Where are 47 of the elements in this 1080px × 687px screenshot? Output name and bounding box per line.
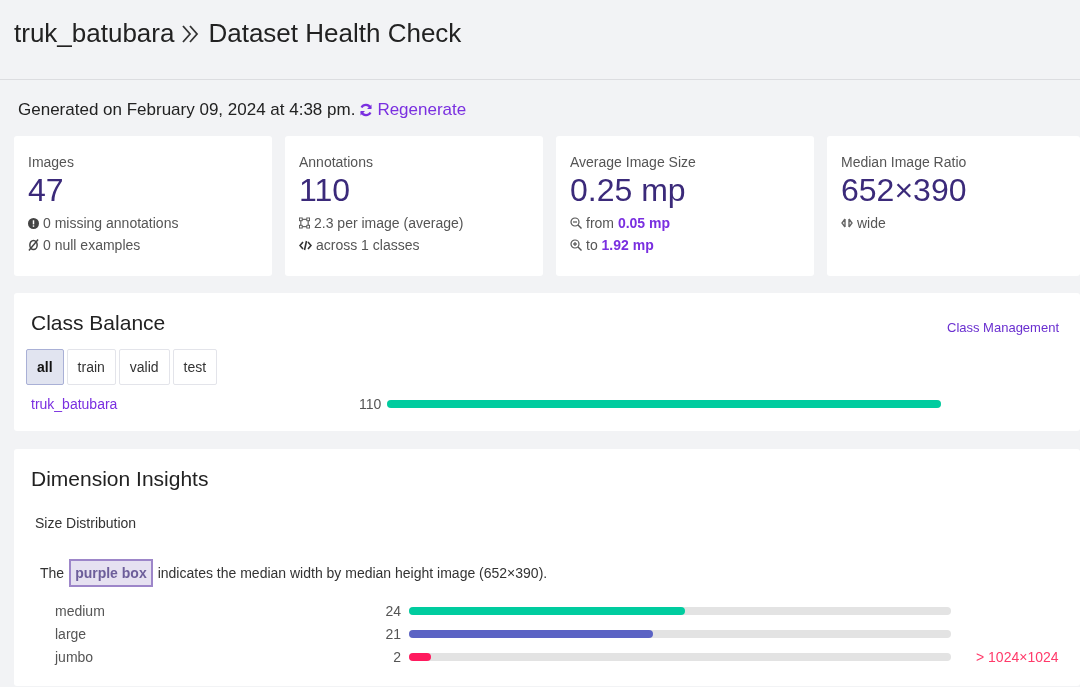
stat-value: 0.25 mp [570,172,687,208]
zoom-out-icon [570,217,582,229]
size-threshold-label: > 1024×1024 [975,648,1060,665]
stat-label: Images [28,154,75,170]
stat-detail: 2.3 per image (average) [314,214,464,233]
count-label: 110 [359,396,379,412]
size-category-label: large [55,625,88,642]
class-name-link[interactable]: truk_batubara [31,396,351,412]
stat-label: Average Image Size [570,154,697,170]
count-label: 2 [392,648,401,665]
code-icon [299,239,312,251]
stat-value: 110 [299,172,351,208]
null-icon [28,239,39,251]
regenerate-link[interactable]: Regenerate [359,100,467,120]
legend-text: The [40,565,65,581]
page-title: Dataset Health Check [208,18,462,49]
alert-icon [28,217,39,229]
split-tab[interactable]: all [26,349,64,385]
split-tab[interactable]: test [172,349,218,385]
refresh-icon [359,103,374,117]
stat-value: 47 [28,172,65,208]
section-title: Class Balance [31,311,166,335]
split-tab[interactable]: train [66,349,116,385]
stat-detail: wide [857,214,886,233]
stat-detail: across 1 classes [316,236,420,255]
size-category-label: jumbo [55,648,95,665]
count-label: 21 [384,625,401,642]
count-label: 24 [384,602,401,619]
stat-detail: 0 null examples [43,236,141,255]
class-management-link[interactable]: Class Management [947,319,1059,335]
legend-text: indicates the median width by median height image (652×390). [157,565,548,581]
generated-text: Generated on February 09, 2024 at 4:38 pm. [18,100,356,120]
size-category-label: medium [55,602,106,619]
split-tab[interactable]: valid [118,349,170,385]
stat-detail: from 0.05 mp [586,214,671,233]
bounding-box-icon [299,217,310,229]
stat-label: Annotations [299,154,374,170]
section-subtitle: Size Distribution [35,515,138,531]
stat-detail: to 1.92 mp [586,236,654,255]
breadcrumb-link[interactable]: truk_batubara [14,18,175,49]
stat-detail: 0 missing annotations [43,214,179,233]
highlight-box-sample: purple box [69,559,153,587]
section-title: Dimension Insights [31,467,210,491]
horizontal-arrows-icon [841,218,853,228]
zoom-in-icon [570,239,582,251]
stat-label: Median Image Ratio [841,154,968,170]
stat-value: 652×390 [841,172,968,208]
